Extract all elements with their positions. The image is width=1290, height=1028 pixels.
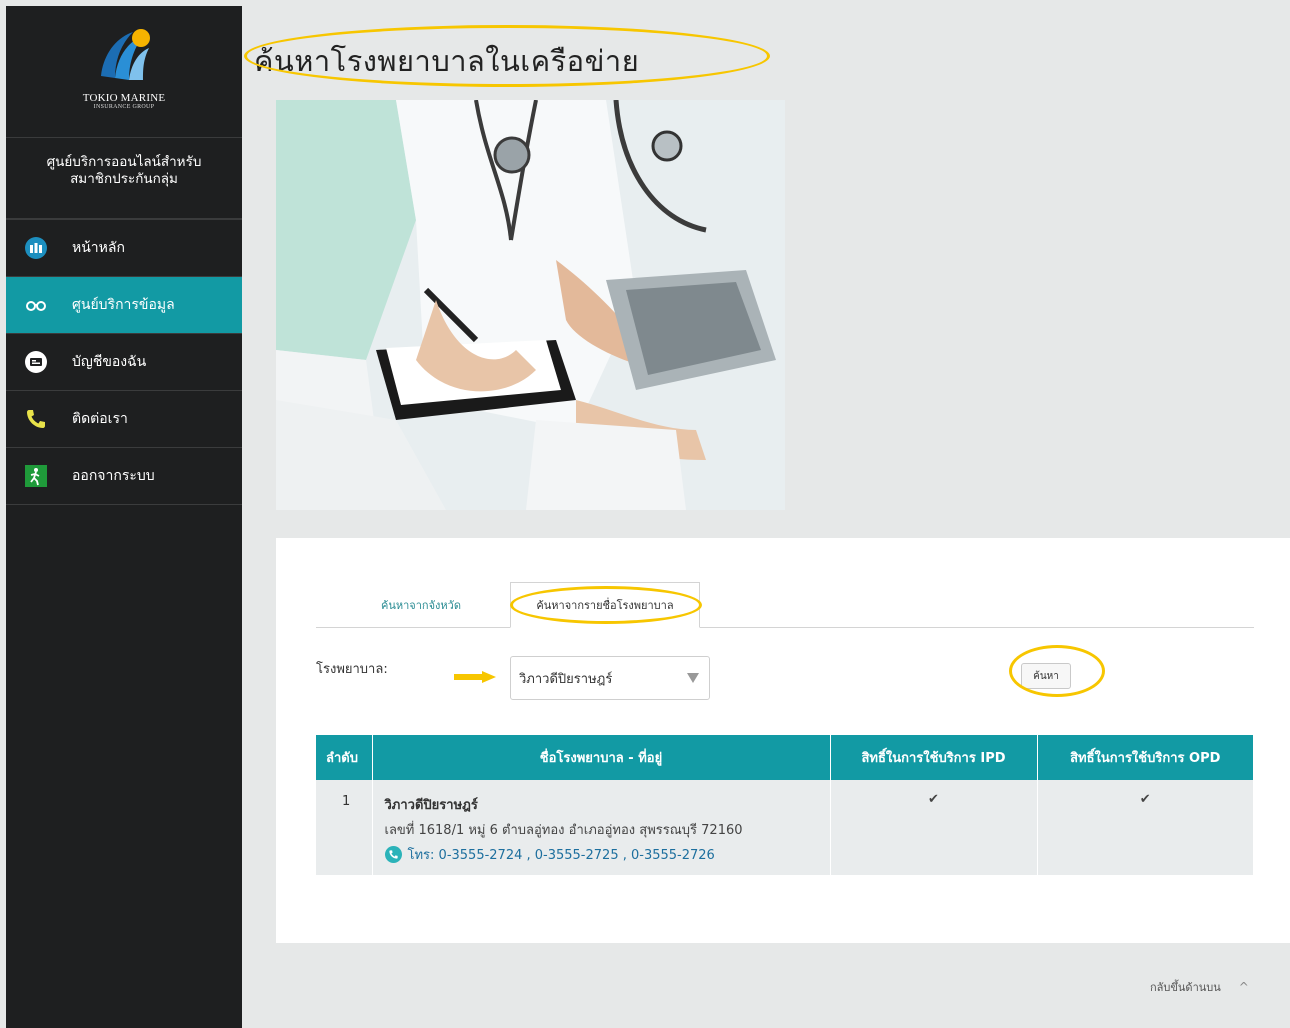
phone-icon — [384, 846, 402, 863]
portal-title: ศูนย์บริการออนไลน์สำหรับ สมาชิกประกันกลุ… — [6, 138, 242, 220]
hospital-phone[interactable]: โทร: 0-3555-2724 , 0-3555-2725 , 0-3555-… — [384, 844, 830, 865]
chevron-down-icon — [687, 673, 699, 683]
search-button[interactable]: ค้นหา — [1021, 663, 1071, 689]
table-row: 1 วิภาวดีปิยราษฎร์ เลขที่ 1618/1 หมู่ 6 … — [316, 780, 1253, 875]
hero-image — [276, 100, 785, 510]
sidebar-item-info-center[interactable]: ศูนย์บริการข้อมูล — [6, 277, 242, 334]
ipd-check-icon: ✔ — [830, 780, 1038, 875]
phone-icon — [24, 407, 48, 431]
sidebar-item-label: ศูนย์บริการข้อมูล — [72, 297, 175, 313]
table-header-row: ลำดับ ชื่อโรงพยาบาล - ที่อยู่ สิทธิ์ในกา… — [316, 735, 1253, 780]
page-title: ค้นหาโรงพยาบาลในเครือข่าย — [254, 44, 640, 78]
hospital-label: โรงพยาบาล: — [316, 662, 388, 677]
sidebar: TOKIO MARINE INSURANCE GROUP ศูนย์บริการ… — [6, 6, 242, 1028]
sidebar-item-home[interactable]: หน้าหลัก — [6, 220, 242, 277]
search-panel: ค้นหาจากจังหวัด ค้นหาจากรายชื่อโรงพยาบาล… — [276, 538, 1290, 943]
col-hospital-name-address: ชื่อโรงพยาบาล - ที่อยู่ — [372, 735, 831, 780]
sidebar-item-my-account[interactable]: บัญชีของฉัน — [6, 334, 242, 391]
hospital-results-table: ลำดับ ชื่อโรงพยาบาล - ที่อยู่ สิทธิ์ในกา… — [316, 735, 1253, 875]
col-index: ลำดับ — [316, 735, 373, 780]
logo[interactable]: TOKIO MARINE INSURANCE GROUP — [6, 6, 242, 138]
people-icon — [24, 236, 48, 260]
sidebar-item-label: ออกจากระบบ — [72, 468, 155, 484]
chevron-up-icon: ^ — [1238, 980, 1249, 994]
hospital-phone-text: โทร: 0-3555-2724 , 0-3555-2725 , 0-3555-… — [407, 848, 715, 863]
col-ipd-rights: สิทธิ์ในการใช้บริการ IPD — [830, 735, 1038, 780]
hospital-name: วิภาวดีปิยราษฎร์ — [384, 798, 478, 813]
hospital-select[interactable]: วิภาวดีปิยราษฎร์ — [510, 656, 710, 700]
hospital-address: เลขที่ 1618/1 หมู่ 6 ตำบลอู่ทอง อำเภออู่… — [384, 823, 743, 838]
logo-subtext: INSURANCE GROUP — [93, 104, 155, 110]
row-hospital-info: วิภาวดีปิยราษฎร์ เลขที่ 1618/1 หมู่ 6 ตำ… — [372, 780, 831, 875]
id-card-icon — [24, 350, 48, 374]
row-index: 1 — [316, 780, 373, 875]
back-to-top-label: กลับขึ้นด้านบน — [1150, 981, 1221, 994]
back-to-top-link[interactable]: กลับขึ้นด้านบน ^ — [1150, 978, 1249, 996]
hospital-select-value: วิภาวดีปิยราษฎร์ — [519, 671, 613, 687]
portal-title-line2: สมาชิกประกันกลุ่ม — [70, 171, 178, 187]
search-tabs: ค้นหาจากจังหวัด ค้นหาจากรายชื่อโรงพยาบาล — [316, 582, 1254, 628]
tab-search-by-province[interactable]: ค้นหาจากจังหวัด — [346, 582, 496, 628]
tab-search-by-hospital-name[interactable]: ค้นหาจากรายชื่อโรงพยาบาล — [510, 582, 700, 628]
sidebar-item-label: บัญชีของฉัน — [72, 354, 147, 370]
logo-text: TOKIO MARINE — [82, 92, 166, 104]
arrow-right-icon — [454, 668, 496, 683]
opd-check-icon: ✔ — [1037, 780, 1253, 875]
portal-title-line1: ศูนย์บริการออนไลน์สำหรับ — [46, 154, 202, 170]
col-opd-rights: สิทธิ์ในการใช้บริการ OPD — [1037, 735, 1253, 780]
sidebar-item-label: ติดต่อเรา — [72, 411, 128, 427]
glasses-icon — [24, 293, 48, 317]
exit-icon — [24, 464, 48, 488]
tokio-marine-logo-icon — [93, 26, 155, 84]
sidebar-item-label: หน้าหลัก — [72, 240, 125, 256]
sidebar-item-contact[interactable]: ติดต่อเรา — [6, 391, 242, 448]
sidebar-item-logout[interactable]: ออกจากระบบ — [6, 448, 242, 505]
